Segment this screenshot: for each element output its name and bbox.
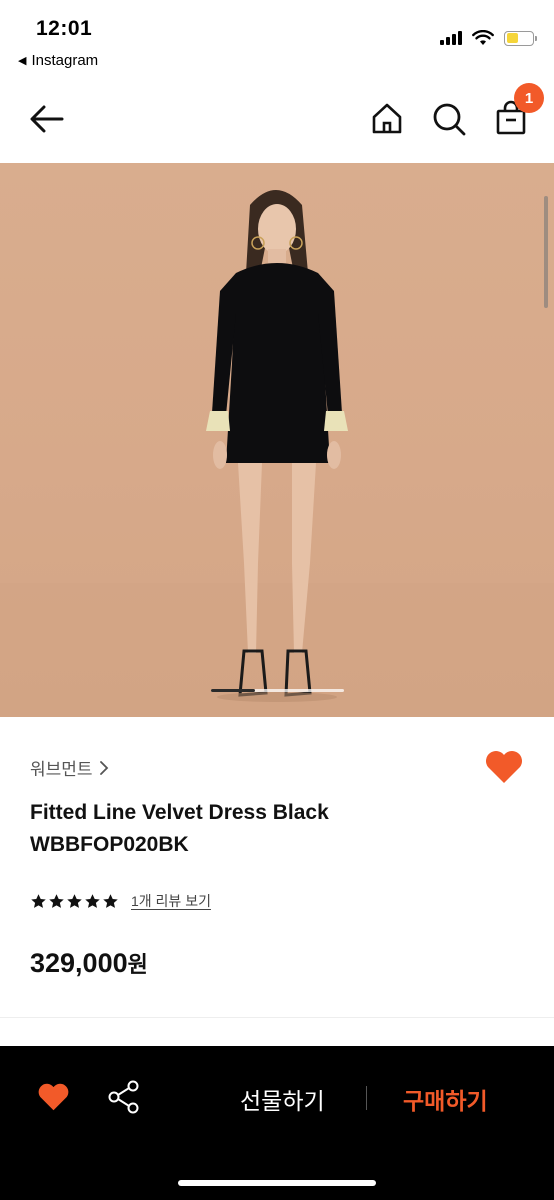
scrollbar[interactable] — [544, 196, 548, 308]
back-to-app-link[interactable]: ◀ Instagram — [18, 52, 98, 69]
product-title: Fitted Line Velvet Dress Black WBBFOP020… — [30, 797, 430, 861]
buy-button[interactable]: 구매하기 — [403, 1082, 488, 1116]
brand-name: 워브먼트 — [30, 760, 93, 779]
back-app-label: Instagram — [31, 52, 99, 69]
price-currency: 원 — [127, 952, 148, 977]
chevron-right-icon — [99, 760, 108, 775]
star-icon — [49, 893, 64, 908]
status-bar: 12:01 ◀ Instagram — [0, 0, 554, 78]
heart-icon[interactable] — [484, 749, 524, 785]
home-icon[interactable] — [366, 98, 408, 140]
arrow-left-icon[interactable] — [26, 98, 68, 140]
review-link[interactable]: 1개 리뷰 보기 — [131, 891, 211, 911]
star-rating — [30, 893, 119, 910]
cart-count-badge: 1 — [514, 83, 544, 113]
product-name-line: Fitted Line Velvet Dress Black — [30, 801, 329, 824]
rating-row: 1개 리뷰 보기 — [30, 891, 211, 911]
star-icon — [31, 893, 46, 908]
heart-icon[interactable] — [37, 1082, 70, 1112]
product-photo — [0, 190, 554, 717]
wifi-icon — [472, 30, 494, 45]
status-time: 12:01 — [36, 17, 93, 40]
back-triangle-icon: ◀ — [18, 55, 27, 67]
product-price: 329,000원 — [30, 947, 148, 979]
search-icon[interactable] — [428, 98, 470, 140]
signal-icon — [440, 31, 462, 45]
share-icon[interactable] — [107, 1080, 141, 1114]
status-icons — [440, 30, 537, 46]
star-icon — [67, 893, 82, 908]
home-indicator — [178, 1180, 376, 1186]
star-icon — [103, 893, 118, 908]
product-code-line: WBBFOP020BK — [30, 833, 189, 856]
section-divider — [0, 1017, 554, 1018]
star-icon — [85, 893, 100, 908]
battery-icon — [504, 30, 537, 46]
cart-button[interactable]: 1 — [490, 83, 544, 140]
carousel-indicator-thumb — [211, 689, 255, 692]
brand-link[interactable]: 워브먼트 — [30, 755, 109, 780]
price-value: 329,000 — [30, 948, 128, 978]
button-separator — [366, 1086, 367, 1110]
gift-button[interactable]: 선물하기 — [240, 1082, 325, 1116]
product-info: 워브먼트 Fitted Line Velvet Dress Black WBBF… — [0, 717, 554, 1017]
bottom-action-bar: 선물하기 구매하기 — [0, 1046, 554, 1200]
top-nav: 1 — [0, 80, 554, 162]
product-image-carousel[interactable] — [0, 163, 554, 717]
